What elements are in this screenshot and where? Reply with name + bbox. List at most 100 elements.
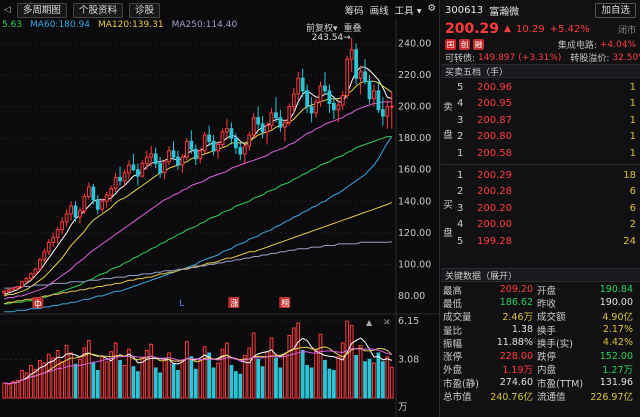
volume-bar [358, 345, 363, 399]
last-price: 200.29 [445, 21, 500, 37]
key-data-label: 量比 [443, 325, 463, 337]
candle-body [220, 131, 225, 145]
add-watchlist-button[interactable]: 加自选 [595, 2, 636, 18]
key-data-label: 最低 [443, 298, 463, 310]
key-data-row: 最低 186.62 昨收 190.00 [441, 296, 640, 310]
candle-body [278, 117, 283, 128]
volume-bar [349, 325, 354, 399]
volume-bar [345, 320, 350, 399]
key-data-label: 外盘 [443, 365, 463, 377]
key-data-label: 成交额 [537, 312, 566, 324]
candle-body [323, 85, 327, 92]
candle-body [376, 90, 381, 111]
volume-bar [2, 382, 7, 399]
candle-body [340, 95, 345, 106]
volume-bar [29, 365, 33, 399]
key-data-label: 换手(实) [537, 338, 573, 350]
bid-row-price: 200.28 [477, 186, 512, 197]
volume-bar [189, 356, 194, 399]
volume-bar [95, 370, 100, 399]
key-data-row: 量比 1.38 换手 2.17% [441, 323, 640, 337]
ask-row-level: 3 [457, 114, 464, 126]
ask-row[interactable]: 4 200.95 1 [457, 97, 636, 111]
convertible-bond-row[interactable]: 可转债: 149.897 (+3.31%) 转股溢价: 32.50% [441, 51, 640, 65]
ask-row[interactable]: 2 200.80 1 [457, 130, 636, 144]
vol-unit-label: 万 [398, 402, 408, 413]
ask-row[interactable]: 3 200.87 1 [457, 113, 636, 127]
volume-bar [140, 357, 145, 399]
volume-bar [314, 348, 318, 399]
key-data-grid: 最高 209.20 开盘 190.84 最低 186.62 昨收 190.00 成交量 2.46万… [441, 283, 640, 403]
key-data-label: 总市值 [443, 392, 472, 404]
candle-body [358, 71, 363, 79]
candle-body [171, 150, 176, 158]
bid-row[interactable]: 5 199.28 24 [457, 234, 636, 248]
convertible-label: 可转债: [445, 54, 476, 64]
candle-body [69, 205, 73, 215]
candle-body [385, 106, 390, 117]
event-marker: 榜 [281, 298, 290, 309]
candle-body [363, 71, 367, 82]
key-data-value: 274.60 [499, 377, 533, 389]
candle-body [336, 104, 341, 111]
volume-bar [367, 358, 372, 399]
bid-row[interactable]: 4 200.00 2 [457, 218, 636, 232]
ask-row[interactable]: 1 200.58 1 [457, 146, 636, 160]
volume-bar [251, 332, 256, 399]
volume-bar [354, 355, 359, 399]
volume-bar [118, 360, 122, 399]
volume-bar [42, 362, 47, 399]
volume-bar [340, 342, 345, 399]
panel-settings-icon: ▲ [366, 318, 373, 327]
volume-bar [274, 357, 278, 399]
key-data-row: 市盈(静) 274.60 市盈(TTM) 131.96 [441, 376, 640, 390]
volume-bar [131, 366, 136, 399]
key-data-header[interactable]: 关键数据（展开） [441, 268, 640, 282]
ask-row-qty: 1 [629, 131, 636, 142]
candle-body [296, 77, 301, 95]
volume-bar [225, 342, 229, 399]
ask-row-level: 5 [457, 81, 464, 93]
key-data-label: 流通值 [537, 392, 566, 404]
bid-row[interactable]: 3 200.20 6 [457, 201, 636, 215]
candle-body [305, 90, 310, 108]
candle-body [82, 196, 87, 212]
y-tick-label: 80.00 [398, 291, 425, 302]
key-data-value: 190.84 [599, 284, 633, 296]
y-tick-label: 120.00 [398, 228, 431, 239]
volume-bar [247, 347, 252, 399]
ask-row-qty: 1 [629, 114, 636, 126]
volume-bar [269, 337, 274, 399]
candle-body [193, 148, 198, 160]
key-data-value: 240.76亿 [490, 392, 533, 404]
candle-body [176, 156, 180, 166]
candlestick-chart[interactable]: 240.00 220.00 200.00 180.00 160.00 140.00 120.… [0, 0, 440, 417]
ask-row[interactable]: 5 200.96 1 [457, 80, 636, 94]
sector-label[interactable]: 集成电路: [558, 38, 597, 51]
candle-body [354, 49, 359, 79]
candle-body [140, 162, 145, 177]
bid-row[interactable]: 1 200.29 18 [457, 168, 636, 182]
volume-bar [15, 380, 20, 399]
volume-bar [318, 333, 323, 399]
key-data-value: 186.62 [499, 297, 533, 309]
key-data-label: 成交量 [443, 312, 472, 324]
candle-body [158, 162, 163, 174]
y-tick-label: 200.00 [398, 102, 431, 113]
y-tick-label: 180.00 [398, 133, 431, 144]
volume-bar [376, 352, 381, 399]
bid-row-qty: 24 [623, 235, 636, 247]
bid-row-level: 4 [457, 219, 464, 230]
vol-tick-label: 3.08 [398, 355, 419, 366]
bid-row[interactable]: 2 200.28 6 [457, 185, 636, 199]
volume-bar [282, 353, 287, 399]
key-data-value: 1.38 [511, 324, 533, 336]
candle-body [73, 205, 78, 218]
volume-bar [229, 365, 234, 399]
price-change: 10.29 [515, 23, 545, 35]
y-tick-label: 160.00 [398, 165, 431, 176]
bid-row-qty: 6 [629, 186, 636, 197]
candle-body [33, 268, 38, 275]
bid-row-price: 199.28 [477, 235, 512, 247]
volume-bar [296, 322, 301, 399]
